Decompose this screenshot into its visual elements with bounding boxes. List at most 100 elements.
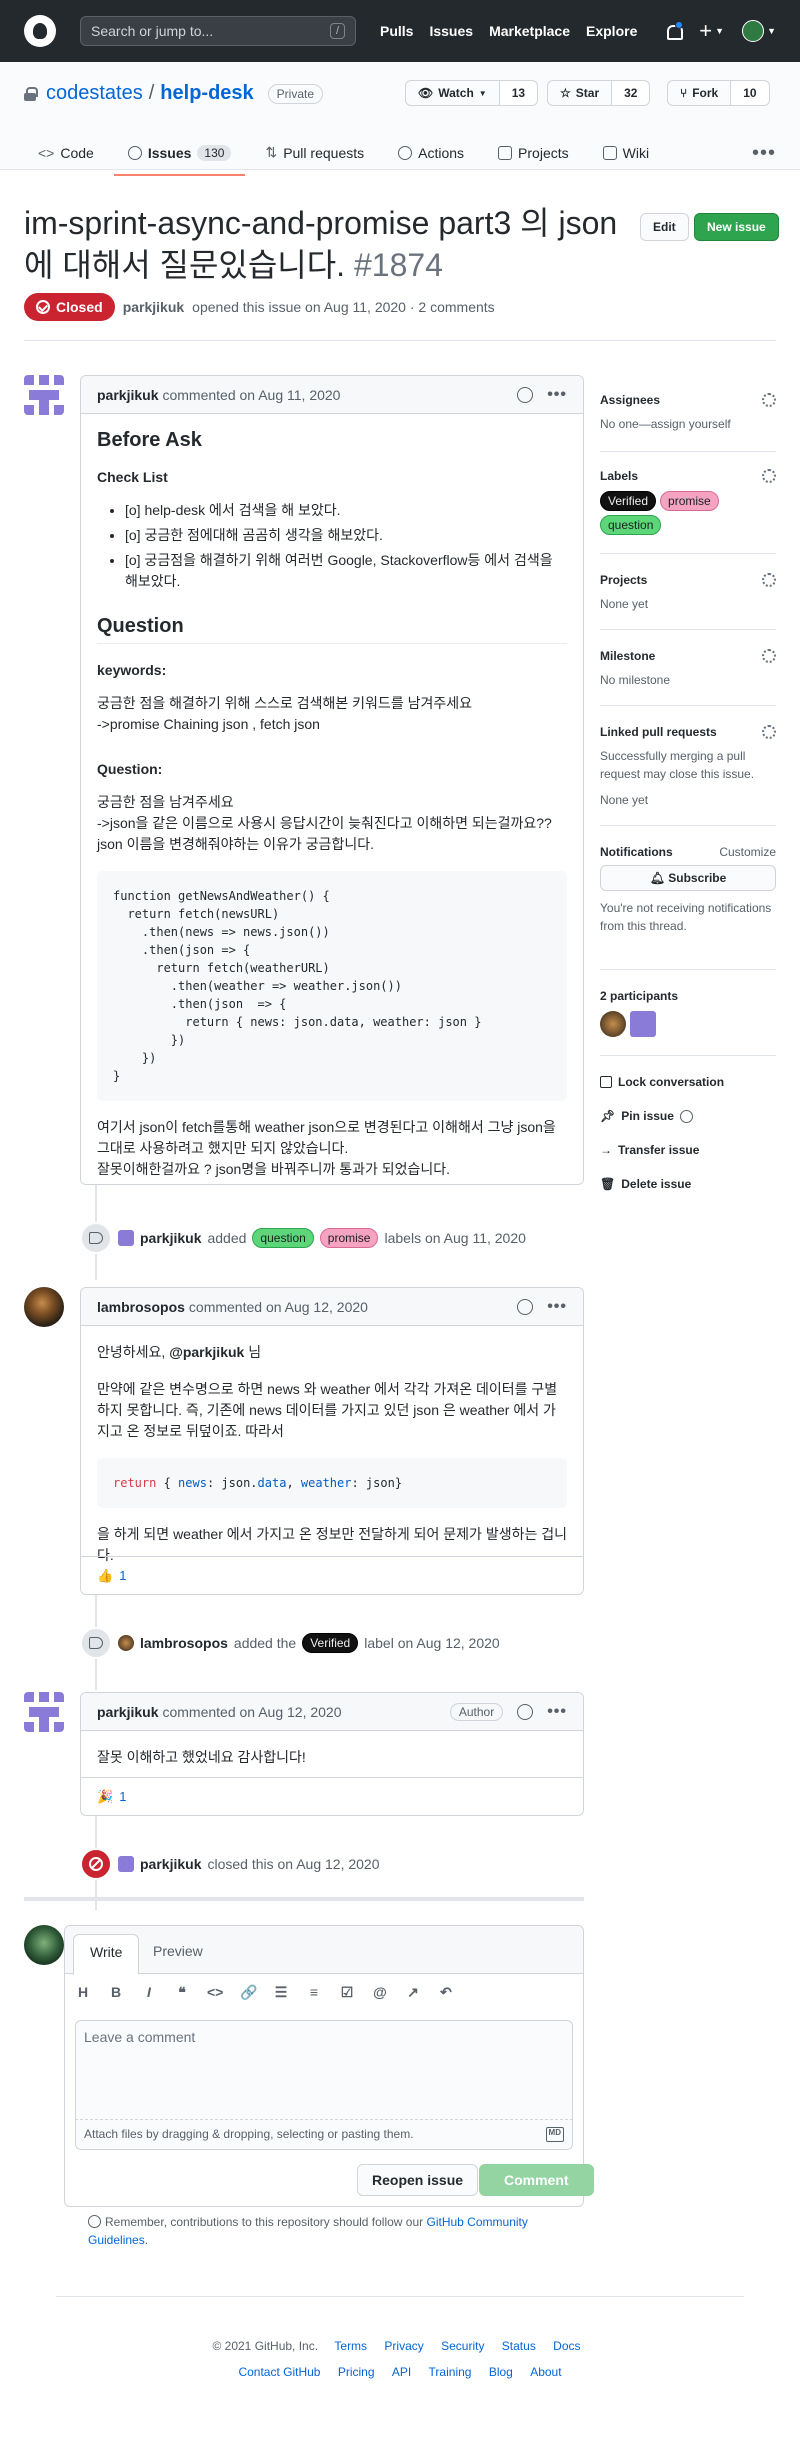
markdown-icon[interactable]: MD [545,2127,564,2142]
lock-conversation-button[interactable]: Lock conversation [600,1075,724,1089]
link-icon[interactable]: 🔗 [240,1984,257,2001]
nav-issues[interactable]: Issues [429,23,473,39]
delete-issue-button[interactable]: 🗑︎ Delete issue [600,1177,691,1191]
search-input[interactable]: Search or jump to... / [80,16,356,46]
comment-meta[interactable]: commented on Aug 12, 2020 [162,1704,341,1720]
footer-link-blog[interactable]: Blog [489,2365,513,2379]
gear-icon[interactable] [762,573,776,587]
footer-link-privacy[interactable]: Privacy [384,2339,423,2353]
star-button[interactable]: ☆ Star [547,80,613,106]
avatar[interactable] [118,1856,134,1872]
ordered-list-icon[interactable]: ≡ [306,1984,322,2001]
comment-author[interactable]: parkjikuk [97,387,158,403]
comment-meta[interactable]: commented on Aug 12, 2020 [189,1299,368,1315]
watch-button[interactable]: 👁 Watch ▼ [405,80,500,106]
avatar[interactable] [118,1635,134,1651]
event-actor[interactable]: parkjikuk [140,1856,201,1872]
italic-icon[interactable]: I [141,1984,157,2001]
transfer-issue-button[interactable]: → Transfer issue [600,1143,699,1157]
mention-icon[interactable]: @ [372,1984,388,2001]
nav-marketplace[interactable]: Marketplace [489,23,570,39]
repo-owner-link[interactable]: codestates [46,82,143,105]
participant-avatar[interactable] [600,1011,626,1037]
event-actor[interactable]: lambrosopos [140,1635,228,1651]
smiley-icon[interactable] [517,1298,534,1315]
gear-icon[interactable] [762,725,776,739]
label-question[interactable]: question [600,515,662,535]
avatar[interactable] [24,1692,64,1732]
label-verified[interactable]: Verified [600,491,657,511]
reply-icon[interactable]: ↶ [438,1984,454,2001]
nav-pulls[interactable]: Pulls [380,23,413,39]
customize-link[interactable]: Customize [719,845,776,859]
tab-write[interactable]: Write [73,1934,140,1975]
tab-code[interactable]: <> Code [24,136,108,175]
avatar[interactable] [118,1230,134,1246]
reaction-hooray[interactable]: 🎉 1 [81,1777,583,1815]
task-list-icon[interactable]: ☑ [339,1984,355,2001]
github-logo-icon[interactable] [24,15,56,47]
pin-issue-button[interactable]: 📌︎ Pin issue [600,1109,697,1123]
footer-link-contact[interactable]: Contact GitHub [238,2365,320,2379]
file-attachment-area[interactable]: Attach files by dragging & dropping, sel… [75,2120,573,2150]
watch-count[interactable]: 13 [499,80,539,106]
label-promise[interactable]: promise [319,1228,379,1248]
participant-avatar[interactable] [630,1011,656,1037]
user-menu[interactable]: ▼ [742,20,776,42]
kebab-menu-icon[interactable]: ••• [547,1703,567,1721]
unordered-list-icon[interactable]: ☰ [273,1984,289,2001]
tab-pull-requests[interactable]: ⇅ Pull requests [251,136,378,175]
label-verified[interactable]: Verified [302,1633,359,1653]
code-icon[interactable]: <> [207,1984,223,2001]
comment-textarea[interactable]: Leave a comment [75,2020,573,2120]
gear-icon[interactable] [762,649,776,663]
fork-count[interactable]: 10 [731,80,770,106]
tab-projects[interactable]: Projects [484,136,583,175]
gear-icon[interactable] [762,393,776,407]
more-tabs-icon[interactable]: ••• [752,142,776,165]
footer-link-about[interactable]: About [530,2365,561,2379]
reopen-issue-button[interactable]: Reopen issue [357,2164,479,2196]
subscribe-button[interactable]: 🔔︎ Subscribe [600,865,776,891]
comment-author[interactable]: lambrosopos [97,1299,185,1315]
gear-icon[interactable] [762,469,776,483]
smiley-icon[interactable] [517,1703,534,1720]
footer-link-api[interactable]: API [392,2365,411,2379]
smiley-icon[interactable] [517,386,534,403]
cross-reference-icon[interactable]: ↗ [405,1984,421,2001]
comment-author[interactable]: parkjikuk [97,1704,158,1720]
star-count[interactable]: 32 [612,80,651,106]
tab-actions[interactable]: Actions [384,136,478,175]
edit-button[interactable]: Edit [640,213,689,241]
event-actor[interactable]: parkjikuk [140,1230,201,1246]
assign-yourself-link[interactable]: No one—assign yourself [600,415,776,433]
nav-explore[interactable]: Explore [586,23,637,39]
avatar[interactable] [24,1287,64,1327]
quote-icon[interactable]: ❝ [174,1984,190,2001]
mention-link[interactable]: @parkjikuk [169,1344,244,1360]
footer-link-terms[interactable]: Terms [334,2339,367,2353]
bold-icon[interactable]: B [108,1984,124,2001]
kebab-menu-icon[interactable]: ••• [547,386,567,404]
tab-preview[interactable]: Preview [137,1934,219,1968]
create-new-menu[interactable]: + ▼ [699,20,724,42]
label-promise[interactable]: promise [660,491,719,511]
notifications-bell-icon[interactable] [665,21,684,40]
reaction-thumbs-up[interactable]: 👍 1 [81,1556,583,1594]
footer-link-training[interactable]: Training [429,2365,472,2379]
avatar[interactable] [24,375,64,415]
comment-meta[interactable]: commented on Aug 11, 2020 [162,387,340,403]
label-question[interactable]: question [252,1228,314,1248]
fork-button[interactable]: ⑂ Fork [667,80,732,106]
footer-link-pricing[interactable]: Pricing [338,2365,375,2379]
kebab-menu-icon[interactable]: ••• [547,1298,567,1316]
heading-icon[interactable]: H [75,1984,91,2001]
issue-author-link[interactable]: parkjikuk [123,299,184,315]
footer-link-status[interactable]: Status [502,2339,536,2353]
footer-link-security[interactable]: Security [441,2339,484,2353]
tab-issues[interactable]: Issues 130 [113,136,246,176]
tab-wiki[interactable]: Wiki [589,136,663,175]
new-issue-button[interactable]: New issue [694,213,779,241]
footer-link-docs[interactable]: Docs [553,2339,580,2353]
comment-button[interactable]: Comment [479,2164,594,2196]
